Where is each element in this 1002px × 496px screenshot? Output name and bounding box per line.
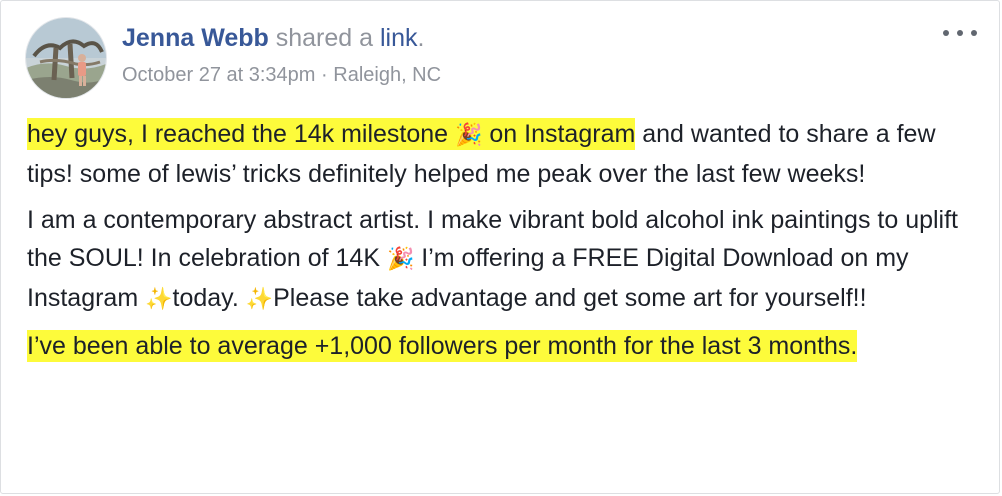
p2-text-d: Please take advantage and get some art f… [273, 284, 867, 312]
post-body: hey guys, I reached the 14k milestone 🎉 … [27, 115, 977, 373]
sparkles-icon: ✨ [145, 287, 173, 312]
action-period: . [417, 24, 425, 52]
post-timestamp[interactable]: October 27 at 3:34pm [122, 64, 315, 86]
p1-text-a: hey guys, I reached the 14k milestone [27, 120, 456, 148]
action-text: shared a [275, 24, 374, 52]
shared-link[interactable]: link [380, 24, 418, 52]
paragraph-1: hey guys, I reached the 14k milestone 🎉 … [27, 115, 977, 193]
post-header: Jenna Webb shared a link. [122, 24, 424, 53]
avatar[interactable] [25, 17, 107, 99]
author-name-link[interactable]: Jenna Webb [122, 24, 269, 52]
more-options-button[interactable] [943, 23, 977, 43]
paragraph-2: I am a contemporary abstract artist. I m… [27, 201, 977, 319]
ellipsis-icon-dot [971, 30, 977, 36]
post-card: Jenna Webb shared a link. October 27 at … [0, 0, 1000, 494]
p1-text-b: on Instagram [482, 120, 636, 148]
ellipsis-icon-dot [957, 30, 963, 36]
post-location[interactable]: Raleigh, NC [333, 64, 441, 86]
meta-separator: · [321, 64, 328, 86]
post-meta: October 27 at 3:34pm · Raleigh, NC [122, 64, 441, 87]
ellipsis-icon [943, 30, 949, 36]
party-popper-icon: 🎉 [455, 123, 483, 148]
party-popper-icon: 🎉 [386, 247, 415, 272]
highlight-1: hey guys, I reached the 14k milestone 🎉 … [27, 118, 636, 150]
sparkles-icon: ✨ [245, 287, 274, 312]
paragraph-3: I’ve been able to average +1,000 followe… [27, 327, 977, 365]
avatar-photo [26, 18, 106, 98]
highlight-3: I’ve been able to average +1,000 followe… [27, 330, 858, 362]
p2-text-c: today. [172, 284, 246, 312]
